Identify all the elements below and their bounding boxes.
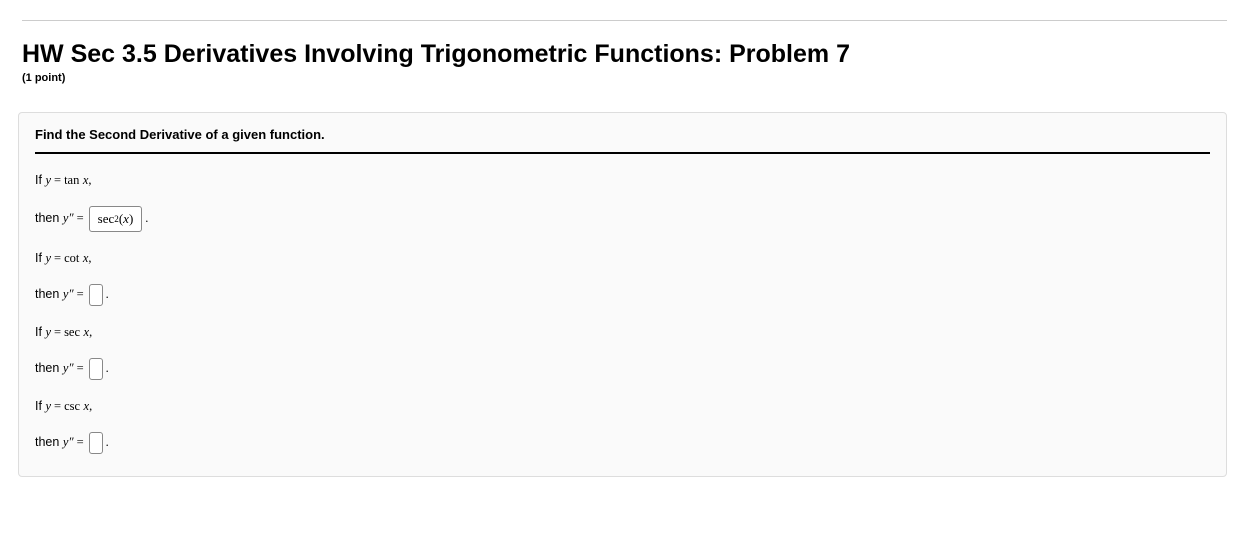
problem-panel: Find the Second Derivative of a given fu…: [18, 112, 1227, 477]
top-rule: [22, 20, 1227, 21]
answer-input-csc[interactable]: [89, 432, 103, 454]
answer-input-tan[interactable]: sec2(x): [89, 206, 143, 232]
question-line-csc: If y = csc x,: [35, 398, 1210, 416]
func-name: csc: [64, 398, 80, 416]
if-label: If: [35, 172, 42, 190]
var-y: y: [45, 172, 51, 190]
points-label: (1 point): [22, 72, 1227, 84]
y-double-prime: y″: [63, 360, 74, 378]
equals: =: [54, 324, 61, 342]
comma: ,: [88, 250, 91, 268]
equals: =: [77, 210, 84, 228]
answer-input-cot[interactable]: [89, 284, 103, 306]
comma: ,: [89, 398, 92, 416]
question-line-tan: If y = tan x,: [35, 172, 1210, 190]
if-label: If: [35, 398, 42, 416]
if-label: If: [35, 324, 42, 342]
question-line-sec: If y = sec x,: [35, 324, 1210, 342]
then-label: then: [35, 286, 59, 304]
func-name: sec: [64, 324, 80, 342]
answer-line-cot: then y″ = .: [35, 284, 1210, 306]
equals: =: [54, 172, 61, 190]
var-y: y: [45, 250, 51, 268]
dot: .: [106, 286, 109, 304]
equals: =: [77, 434, 84, 452]
func-name: cot: [64, 250, 79, 268]
if-label: If: [35, 250, 42, 268]
y-double-prime: y″: [63, 286, 74, 304]
var-y: y: [45, 324, 51, 342]
y-double-prime: y″: [63, 434, 74, 452]
then-label: then: [35, 360, 59, 378]
func-name: tan: [64, 172, 79, 190]
instruction-text: Find the Second Derivative of a given fu…: [35, 127, 1210, 154]
then-label: then: [35, 434, 59, 452]
page-title: HW Sec 3.5 Derivatives Involving Trigono…: [22, 39, 1227, 69]
answer-input-sec[interactable]: [89, 358, 103, 380]
comma: ,: [89, 324, 92, 342]
var-y: y: [45, 398, 51, 416]
question-line-cot: If y = cot x,: [35, 250, 1210, 268]
equals: =: [54, 398, 61, 416]
equals: =: [77, 286, 84, 304]
dot: .: [106, 434, 109, 452]
answer-line-tan: then y″ = sec2(x) .: [35, 206, 1210, 232]
dot: .: [145, 210, 148, 228]
dot: .: [106, 360, 109, 378]
then-label: then: [35, 210, 59, 228]
equals: =: [77, 360, 84, 378]
comma: ,: [88, 172, 91, 190]
answer-line-sec: then y″ = .: [35, 358, 1210, 380]
answer-line-csc: then y″ = .: [35, 432, 1210, 454]
y-double-prime: y″: [63, 210, 74, 228]
equals: =: [54, 250, 61, 268]
